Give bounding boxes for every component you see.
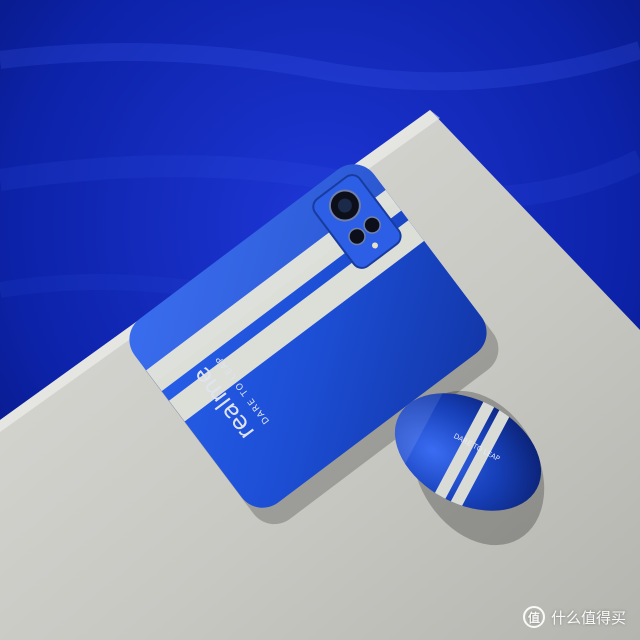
photo-illustration: realme DARE TO LEAP DARE TO LEAP xyxy=(0,0,640,640)
watermark-text: 什么值得买 xyxy=(550,608,626,627)
watermark-logo-icon: 值 xyxy=(522,606,545,628)
photo-scene: realme DARE TO LEAP DARE TO LEAP 值 什么值得买 xyxy=(0,0,640,640)
watermark: 值 什么值得买 xyxy=(522,606,626,628)
